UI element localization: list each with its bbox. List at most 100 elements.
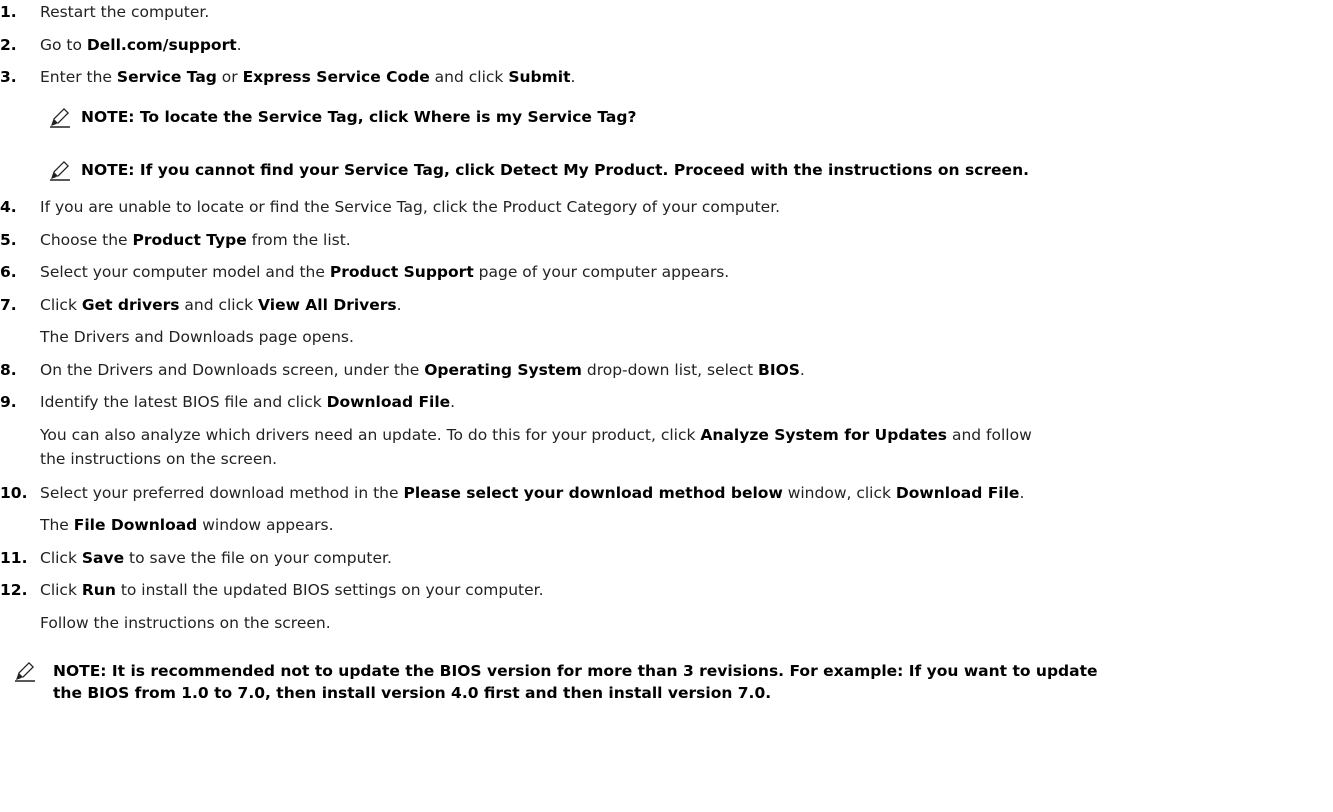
bold-term: Product Support (329, 263, 474, 281)
text-segment: Go to (40, 36, 87, 54)
document-page: 1. Restart the computer. 2. Go to Dell.c… (0, 0, 1333, 812)
step-12-result: Follow the instructions on the screen. (40, 613, 1325, 633)
step-4: 4. If you are unable to locate or find t… (0, 197, 1325, 217)
bold-term: Dell.com/support (86, 36, 237, 54)
step-10-result: The File Download window appears. (40, 515, 1325, 535)
bold-term: Analyze System for Updates (700, 426, 948, 444)
note-detect-product: NOTE: If you cannot find your Service Ta… (81, 161, 1029, 179)
text-segment: page of your computer appears. (473, 263, 730, 281)
text-segment: . (799, 361, 805, 379)
text-segment: to install the updated BIOS settings on … (115, 581, 544, 599)
step-1: 1. Restart the computer. (0, 2, 1325, 22)
step-text: Choose the Product Type from the list. (40, 230, 1325, 250)
text-segment: and click (429, 68, 509, 86)
text-segment: Click (40, 581, 82, 599)
step-10: 10. Select your preferred download metho… (0, 483, 1325, 503)
bold-term: View All Drivers (258, 296, 397, 314)
step-8: 8. On the Drivers and Downloads screen, … (0, 360, 1325, 380)
text-segment: . (570, 68, 576, 86)
text-segment: Choose the (40, 231, 133, 249)
step-number: 1. (0, 3, 17, 21)
step-text: Select your preferred download method in… (40, 483, 1325, 503)
step-text: On the Drivers and Downloads screen, und… (40, 360, 1325, 380)
bold-term: Service Tag (116, 68, 217, 86)
step-2: 2. Go to Dell.com/support. (0, 35, 1325, 55)
text-segment: Click (40, 296, 82, 314)
step-number: 11. (0, 549, 28, 567)
text-segment: Click (40, 549, 82, 567)
bold-term: Submit (508, 68, 571, 86)
step-5: 5. Choose the Product Type from the list… (0, 230, 1325, 250)
bold-term: Download File (326, 393, 451, 411)
pencil-note-icon (15, 662, 35, 682)
text-segment: You can also analyze which drivers need … (40, 426, 701, 444)
text-segment: The Drivers and Downloads page opens. (40, 328, 354, 346)
text-segment: window, click (782, 484, 896, 502)
step-6: 6. Select your computer model and the Pr… (0, 262, 1325, 282)
text-segment: Follow the instructions on the screen. (40, 614, 331, 632)
text-segment: . (236, 36, 242, 54)
bold-term: Get drivers (81, 296, 180, 314)
pencil-note-icon (50, 108, 70, 128)
step-11: 11. Click Save to save the file on your … (0, 548, 1325, 568)
bold-term: Run (81, 581, 116, 599)
step-text: Click Save to save the file on your comp… (40, 548, 1325, 568)
step-number: 7. (0, 296, 17, 314)
text-segment: The (40, 516, 74, 534)
note-bios-revisions-line-2: the BIOS from 1.0 to 7.0, then install v… (53, 684, 772, 702)
text-segment: and follow (947, 426, 1032, 444)
step-9: 9. Identify the latest BIOS file and cli… (0, 392, 1325, 412)
text-segment: If you are unable to locate or find the … (40, 198, 781, 216)
step-7-result: The Drivers and Downloads page opens. (40, 327, 1325, 347)
text-segment: the instructions on the screen. (40, 450, 278, 468)
text-segment: On the Drivers and Downloads screen, und… (40, 361, 425, 379)
text-segment: drop-down list, select (581, 361, 758, 379)
step-number: 6. (0, 263, 17, 281)
text-segment: or (216, 68, 243, 86)
text-segment: Restart the computer. (40, 3, 210, 21)
step-text: If you are unable to locate or find the … (40, 197, 1325, 217)
text-segment: Enter the (40, 68, 117, 86)
step-9-detail-line-2: the instructions on the screen. (40, 449, 1325, 469)
text-segment: window appears. (197, 516, 334, 534)
bold-term: File Download (73, 516, 198, 534)
note-service-tag: NOTE: To locate the Service Tag, click W… (81, 108, 637, 126)
step-text: Enter the Service Tag or Express Service… (40, 67, 1325, 87)
step-text: Identify the latest BIOS file and click … (40, 392, 1325, 412)
step-text: Select your computer model and the Produ… (40, 262, 1325, 282)
bold-term: Download File (895, 484, 1020, 502)
step-number: 9. (0, 393, 17, 411)
step-12: 12. Click Run to install the updated BIO… (0, 580, 1325, 600)
text-segment: Select your preferred download method in… (40, 484, 404, 502)
note-bios-revisions-line-1: NOTE: It is recommended not to update th… (53, 662, 1098, 680)
step-3: 3. Enter the Service Tag or Express Serv… (0, 67, 1325, 87)
text-segment: to save the file on your computer. (124, 549, 392, 567)
step-number: 3. (0, 68, 17, 86)
bold-term: Express Service Code (242, 68, 430, 86)
text-segment: Select your computer model and the (40, 263, 330, 281)
step-7: 7. Click Get drivers and click View All … (0, 295, 1325, 315)
text-segment: Identify the latest BIOS file and click (40, 393, 327, 411)
text-segment: . (1019, 484, 1025, 502)
bold-term: Save (81, 549, 125, 567)
step-text: Restart the computer. (40, 2, 1325, 22)
step-number: 12. (0, 581, 28, 599)
step-number: 5. (0, 231, 17, 249)
step-text: Go to Dell.com/support. (40, 35, 1325, 55)
step-number: 4. (0, 198, 17, 216)
step-number: 10. (0, 484, 28, 502)
step-text: Click Run to install the updated BIOS se… (40, 580, 1325, 600)
step-number: 2. (0, 36, 17, 54)
step-number: 8. (0, 361, 17, 379)
text-segment: from the list. (246, 231, 351, 249)
pencil-note-icon (50, 161, 70, 181)
bold-term: Product Type (132, 231, 247, 249)
text-segment: and click (179, 296, 259, 314)
bold-term: BIOS (758, 361, 800, 379)
text-segment: . (450, 393, 456, 411)
bold-term: Please select your download method below (403, 484, 783, 502)
text-segment: . (396, 296, 402, 314)
bold-term: Operating System (424, 361, 582, 379)
step-text: Click Get drivers and click View All Dri… (40, 295, 1325, 315)
step-9-detail-line-1: You can also analyze which drivers need … (40, 425, 1325, 445)
